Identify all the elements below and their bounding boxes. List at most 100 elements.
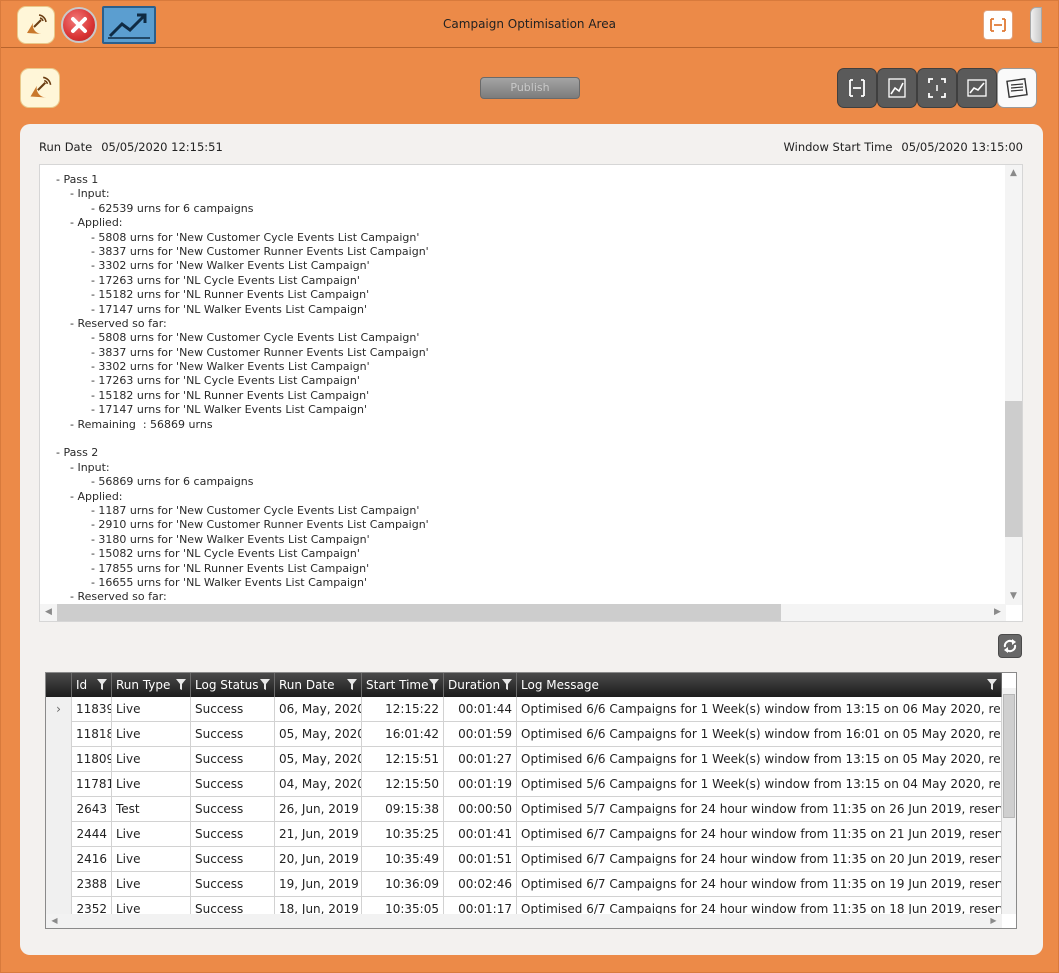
cell-id: 11781 bbox=[72, 772, 112, 797]
side-panel-tab[interactable] bbox=[1030, 7, 1042, 43]
cell-run-type: Live bbox=[112, 697, 191, 722]
scroll-up-icon[interactable]: ▲ bbox=[1005, 165, 1022, 182]
run-date-label: Run Date bbox=[39, 140, 93, 154]
scroll-left-icon[interactable]: ◀ bbox=[40, 604, 57, 621]
window-start-info: Window Start Time 05/05/2020 13:15:00 bbox=[784, 140, 1023, 154]
log-line: - 15182 urns for 'NL Runner Events List … bbox=[56, 288, 370, 302]
log-line: - Applied: bbox=[56, 216, 123, 230]
log-line: - 17263 urns for 'NL Cycle Events List C… bbox=[56, 374, 360, 388]
title-bar: Campaign Optimisation Area bbox=[1, 1, 1058, 48]
cell-start-time: 10:35:49 bbox=[362, 847, 444, 872]
grid-header: Id Run Type Log Status Run Date Start Time Du… bbox=[46, 673, 1002, 697]
log-line: - 3180 urns for 'New Walker Events List … bbox=[56, 532, 370, 546]
row-selector[interactable] bbox=[46, 722, 72, 747]
filter-icon[interactable] bbox=[429, 679, 439, 691]
grid-header-col-log-status[interactable]: Log Status bbox=[191, 673, 275, 697]
log-horizontal-scroll-thumb[interactable] bbox=[57, 604, 781, 621]
cell-run-date: 19, Jun, 2019 bbox=[275, 872, 362, 897]
cell-duration: 00:01:27 bbox=[444, 747, 517, 772]
grid-header-col-log-message[interactable]: Log Message bbox=[517, 673, 1002, 697]
grid-header-col-run-type[interactable]: Run Type bbox=[112, 673, 191, 697]
row-selector[interactable] bbox=[46, 847, 72, 872]
app-window: Campaign Optimisation Area Publish Run D… bbox=[0, 0, 1059, 973]
cell-log-status: Success bbox=[191, 722, 275, 747]
publish-button[interactable]: Publish bbox=[480, 77, 580, 99]
grid-scroll-left-icon[interactable]: ◀ bbox=[46, 912, 63, 928]
cell-id: 2444 bbox=[72, 822, 112, 847]
row-selector[interactable] bbox=[46, 747, 72, 772]
cell-duration: 00:01:51 bbox=[444, 847, 517, 872]
table-row[interactable]: 11781 Live Success 04, May, 2020 12:15:50 00:… bbox=[46, 772, 1002, 797]
log-vertical-scroll-thumb[interactable] bbox=[1005, 401, 1022, 537]
cell-run-date: 05, May, 2020 bbox=[275, 747, 362, 772]
cell-log-message: Optimised 6/7 Campaigns for 24 hour wind… bbox=[517, 822, 1002, 847]
filter-icon[interactable] bbox=[260, 679, 270, 691]
log-horizontal-scrollbar[interactable]: ◀ ▶ bbox=[40, 604, 1006, 621]
log-view-icon[interactable] bbox=[997, 68, 1037, 108]
cell-duration: 00:01:19 bbox=[444, 772, 517, 797]
cell-start-time: 12:15:50 bbox=[362, 772, 444, 797]
cell-log-status: Success bbox=[191, 772, 275, 797]
table-row[interactable]: 2388 Live Success 19, Jun, 2019 10:36:09 00:0… bbox=[46, 872, 1002, 897]
refresh-icon[interactable] bbox=[998, 634, 1022, 658]
run-log-grid[interactable]: Id Run Type Log Status Run Date Start Time Du… bbox=[45, 672, 1017, 929]
chart-view-icon[interactable] bbox=[957, 68, 997, 108]
grid-header-col-start-time[interactable]: Start Time bbox=[362, 673, 444, 697]
cell-run-date: 21, Jun, 2019 bbox=[275, 822, 362, 847]
table-row[interactable]: 11818 Live Success 05, May, 2020 16:01:42 00:… bbox=[46, 722, 1002, 747]
table-row[interactable]: 2643 Test Success 26, Jun, 2019 09:15:38 00:0… bbox=[46, 797, 1002, 822]
cell-log-message: Optimised 6/7 Campaigns for 24 hour wind… bbox=[517, 872, 1002, 897]
grid-header-col-run-date[interactable]: Run Date bbox=[275, 673, 362, 697]
cell-duration: 00:01:59 bbox=[444, 722, 517, 747]
current-row-indicator-icon[interactable]: › bbox=[46, 697, 72, 722]
cell-run-type: Test bbox=[112, 797, 191, 822]
filter-icon[interactable] bbox=[176, 679, 186, 691]
filter-icon[interactable] bbox=[502, 679, 512, 691]
cell-run-type: Live bbox=[112, 822, 191, 847]
row-selector[interactable] bbox=[46, 822, 72, 847]
log-line: - 16655 urns for 'NL Walker Events List … bbox=[56, 575, 368, 589]
trend-view-icon[interactable] bbox=[877, 68, 917, 108]
row-selector[interactable] bbox=[46, 772, 72, 797]
fullscreen-icon[interactable] bbox=[983, 10, 1013, 40]
cell-log-status: Success bbox=[191, 822, 275, 847]
expand-view-icon[interactable] bbox=[917, 68, 957, 108]
log-line: - Pass 2 bbox=[56, 446, 99, 460]
log-vertical-scrollbar[interactable]: ▲ ▼ bbox=[1005, 165, 1022, 605]
grid-horizontal-scrollbar[interactable]: ◀ ▶ bbox=[46, 914, 1002, 928]
scroll-right-icon[interactable]: ▶ bbox=[989, 604, 1006, 621]
cell-log-status: Success bbox=[191, 872, 275, 897]
table-row[interactable]: 2444 Live Success 21, Jun, 2019 10:35:25 00:0… bbox=[46, 822, 1002, 847]
grid-header-label: Log Status bbox=[195, 678, 259, 692]
table-row[interactable]: › 11839 Live Success 06, May, 2020 12:15:22 00… bbox=[46, 697, 1002, 722]
cell-duration: 00:01:44 bbox=[444, 697, 517, 722]
cell-log-message: Optimised 6/6 Campaigns for 1 Week(s) wi… bbox=[517, 722, 1002, 747]
filter-icon[interactable] bbox=[987, 679, 997, 691]
grid-header-label: Duration bbox=[448, 678, 501, 692]
cell-id: 11818 bbox=[72, 722, 112, 747]
log-line: - 15082 urns for 'NL Cycle Events List C… bbox=[56, 547, 360, 561]
grid-scroll-right-icon[interactable]: ▶ bbox=[985, 912, 1002, 928]
cell-run-type: Live bbox=[112, 722, 191, 747]
fullscreen-view-icon[interactable] bbox=[837, 68, 877, 108]
grid-header-col-duration[interactable]: Duration bbox=[444, 673, 517, 697]
grid-vertical-scroll-thumb[interactable] bbox=[1003, 694, 1015, 818]
filter-icon[interactable] bbox=[347, 679, 357, 691]
grid-vertical-scrollbar[interactable] bbox=[1002, 688, 1016, 914]
cell-log-message: Optimised 5/6 Campaigns for 1 Week(s) wi… bbox=[517, 772, 1002, 797]
cell-run-date: 26, Jun, 2019 bbox=[275, 797, 362, 822]
table-row[interactable]: 11809 Live Success 05, May, 2020 12:15:51 00:… bbox=[46, 747, 1002, 772]
log-line: - 3837 urns for 'New Customer Runner Eve… bbox=[56, 244, 429, 258]
cell-run-date: 06, May, 2020 bbox=[275, 697, 362, 722]
row-selector[interactable] bbox=[46, 797, 72, 822]
log-text-area[interactable]: - Pass 1 - Input: - 62539 urns for 6 cam… bbox=[39, 164, 1023, 622]
cell-id: 2416 bbox=[72, 847, 112, 872]
satellite-dish-button[interactable] bbox=[20, 68, 60, 108]
table-row[interactable]: 2416 Live Success 20, Jun, 2019 10:35:49 00:0… bbox=[46, 847, 1002, 872]
scroll-down-icon[interactable]: ▼ bbox=[1005, 588, 1022, 605]
main-panel: Run Date 05/05/2020 12:15:51 Window Start… bbox=[20, 124, 1043, 955]
log-line: - 15182 urns for 'NL Runner Events List … bbox=[56, 388, 370, 402]
grid-header-col-id[interactable]: Id bbox=[72, 673, 112, 697]
row-selector[interactable] bbox=[46, 872, 72, 897]
filter-icon[interactable] bbox=[97, 679, 107, 691]
